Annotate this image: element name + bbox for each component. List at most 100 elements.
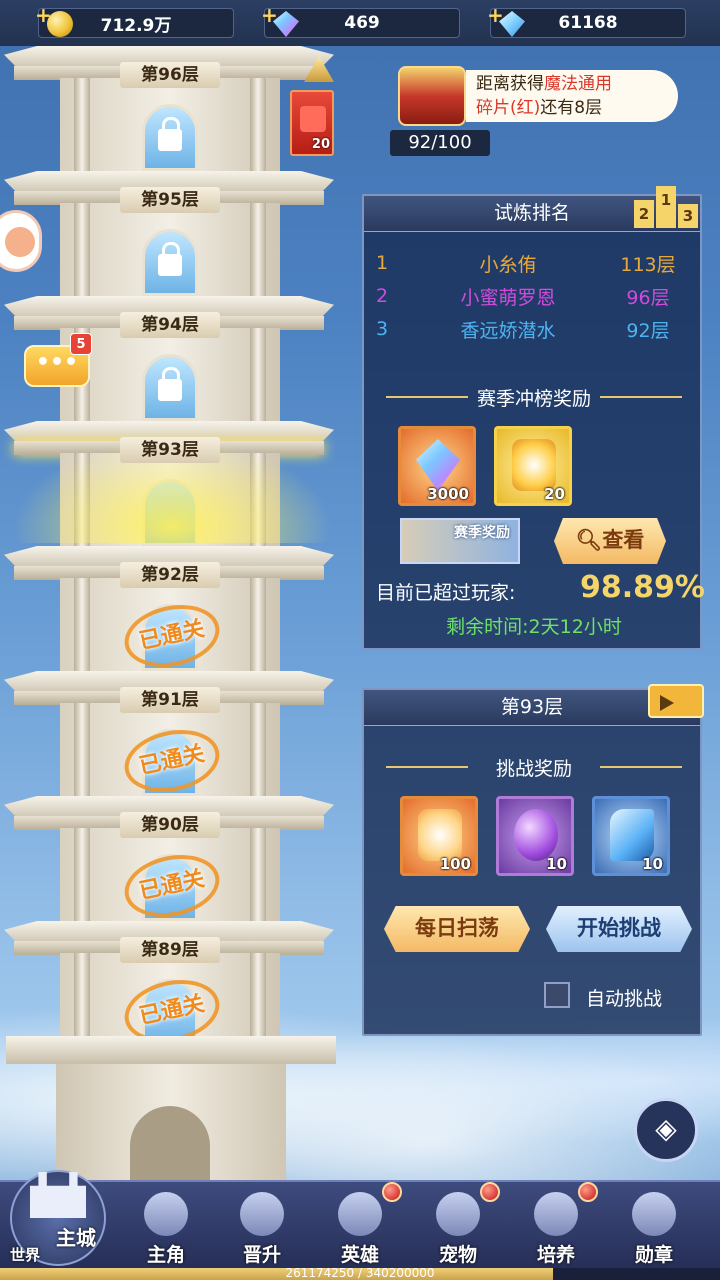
- red-puzzle-piece-reward[interactable]: 20: [290, 90, 334, 156]
- floor-label: 第95层: [120, 187, 220, 213]
- medal-icon: [632, 1192, 676, 1236]
- rank-floor: 96层: [626, 286, 670, 309]
- nav-label: 勋章: [634, 1244, 673, 1266]
- experience-text: 261174250 / 340200000: [285, 1266, 435, 1280]
- rank-name: 小糸侑: [479, 253, 537, 276]
- nav-heroes[interactable]: 英雄: [312, 1182, 408, 1270]
- pillar: [74, 578, 90, 671]
- notification-dot: [382, 1182, 402, 1202]
- challenge-reward-crystal-ball[interactable]: 10: [496, 796, 574, 876]
- chat-button[interactable]: ••• 5: [24, 333, 92, 387]
- nav-pets[interactable]: 宠物: [410, 1182, 506, 1270]
- auto-challenge-checkbox[interactable]: [544, 982, 570, 1008]
- diamond-icon: [416, 439, 460, 491]
- protagonist-icon: [144, 1192, 188, 1236]
- season-reward-flame[interactable]: 20: [494, 426, 572, 506]
- reward-notice-line2: 碎片(红)还有8层: [476, 96, 668, 120]
- pillar: [250, 703, 266, 796]
- auto-challenge-label: 自动挑战: [586, 988, 663, 1010]
- challenge-reward-potion[interactable]: 10: [592, 796, 670, 876]
- notice-highlight: 魔法通用: [544, 74, 612, 94]
- nav-label: 晋升: [242, 1244, 281, 1266]
- tower-floor-89[interactable]: 第89层 已通关: [0, 921, 345, 1051]
- rank-floor: 92层: [626, 319, 670, 342]
- tower-floor-92[interactable]: 第92层 已通关: [0, 546, 345, 676]
- nav-medals[interactable]: 勋章: [606, 1182, 702, 1270]
- toggle-view-icon[interactable]: ◈: [634, 1098, 698, 1162]
- remaining-time: 剩余时间:2天12小时: [446, 616, 622, 638]
- lock-icon: [158, 367, 182, 401]
- base-gate: [130, 1106, 210, 1180]
- rank-name: 小蜜萌罗恩: [460, 286, 556, 309]
- nav-promotion[interactable]: 晋升: [214, 1182, 310, 1270]
- fragment-progress: 92/100: [390, 130, 490, 156]
- ranking-panel: 试炼排名 2 1 3 1 小糸侑 113层 2 小蜜萌罗恩 96层 3 香远娇潜…: [362, 186, 705, 650]
- cultivate-icon: [534, 1192, 578, 1236]
- rank-row[interactable]: 3 香远娇潜水 92层: [376, 314, 696, 344]
- gold-coin-icon: [47, 11, 73, 37]
- video-icon[interactable]: [648, 684, 704, 718]
- rank-row[interactable]: 1 小糸侑 113层: [376, 248, 696, 278]
- notification-dot: [480, 1182, 500, 1202]
- tower-floor-95[interactable]: 第95层: [0, 171, 345, 296]
- podium-icon: 2 1 3: [634, 186, 698, 230]
- floor-label: 第93层: [120, 437, 220, 463]
- pillar: [74, 828, 90, 921]
- rainbow-diamond-value: 469: [344, 13, 380, 33]
- nav-label: 英雄: [340, 1244, 379, 1266]
- item-qty: 100: [439, 855, 471, 873]
- pet-icon: [436, 1192, 480, 1236]
- rainbow-diamond-resource[interactable]: + 469: [261, 3, 460, 38]
- rank-floor: 113层: [620, 253, 676, 276]
- pillar: [74, 703, 90, 796]
- floor-label: 第96层: [120, 62, 220, 88]
- reward-notice: 距离获得魔法通用 碎片(红)还有8层: [466, 70, 678, 122]
- start-challenge-button[interactable]: 开始挑战: [546, 906, 692, 952]
- rank-row[interactable]: 2 小蜜萌罗恩 96层: [376, 281, 696, 311]
- floor-label: 第91层: [120, 687, 220, 713]
- item-qty: 10: [546, 855, 567, 873]
- view-label: 查看: [602, 528, 645, 552]
- world-label[interactable]: 世界: [10, 1244, 40, 1265]
- potion-icon: [610, 809, 654, 861]
- flame-icon: [512, 439, 556, 491]
- helmet-icon: [338, 1192, 382, 1236]
- pillar: [250, 953, 266, 1046]
- nav-cultivate[interactable]: 培养: [508, 1182, 604, 1270]
- puzzle-icon: [300, 106, 326, 132]
- rank-name: 香远娇潜水: [460, 319, 556, 342]
- nav-protagonist[interactable]: 主角: [118, 1182, 214, 1270]
- tower-floor-91[interactable]: 第91层 已通关: [0, 671, 345, 801]
- experience-bar: 261174250 / 340200000: [0, 1266, 720, 1280]
- puzzle-count: 20: [311, 137, 330, 152]
- tower-floor-90[interactable]: 第90层 已通关: [0, 796, 345, 926]
- home-city-button[interactable]: 主城 世界: [0, 1150, 118, 1280]
- daily-sweep-button[interactable]: 每日扫荡: [384, 906, 530, 952]
- season-reward-diamond[interactable]: 3000: [398, 426, 476, 506]
- exceed-label: 目前已超过玩家:: [376, 582, 516, 604]
- floor-door: [142, 354, 198, 421]
- blue-diamond-value: 61168: [558, 13, 618, 33]
- notice-remaining: 还有8层: [540, 98, 603, 118]
- notification-dot: [578, 1182, 598, 1202]
- gold-resource[interactable]: + 712.9万: [35, 3, 234, 38]
- item-qty: 3000: [427, 485, 469, 503]
- view-button[interactable]: 🔍︎查看: [554, 518, 666, 564]
- home-label: 主城: [56, 1226, 96, 1250]
- treasure-chest-icon[interactable]: [398, 66, 466, 126]
- nav-label: 宠物: [438, 1244, 477, 1266]
- tower-floor-93[interactable]: 第93层: [0, 421, 345, 546]
- floor-label: 第90层: [120, 812, 220, 838]
- item-qty: 10: [642, 855, 663, 873]
- pillar: [74, 203, 90, 296]
- challenge-reward-spirit-flame[interactable]: 100: [400, 796, 478, 876]
- season-reward-badge[interactable]: 赛季奖励: [400, 518, 520, 564]
- pillar: [74, 953, 90, 1046]
- pillar: [74, 78, 90, 171]
- rank-number: 1: [376, 252, 389, 274]
- nav-label: 培养: [536, 1244, 575, 1266]
- blue-diamond-resource[interactable]: + 61168: [487, 3, 686, 38]
- notice-item: 碎片(红): [476, 98, 541, 118]
- pillar: [250, 203, 266, 296]
- pet-avatar[interactable]: [0, 210, 42, 272]
